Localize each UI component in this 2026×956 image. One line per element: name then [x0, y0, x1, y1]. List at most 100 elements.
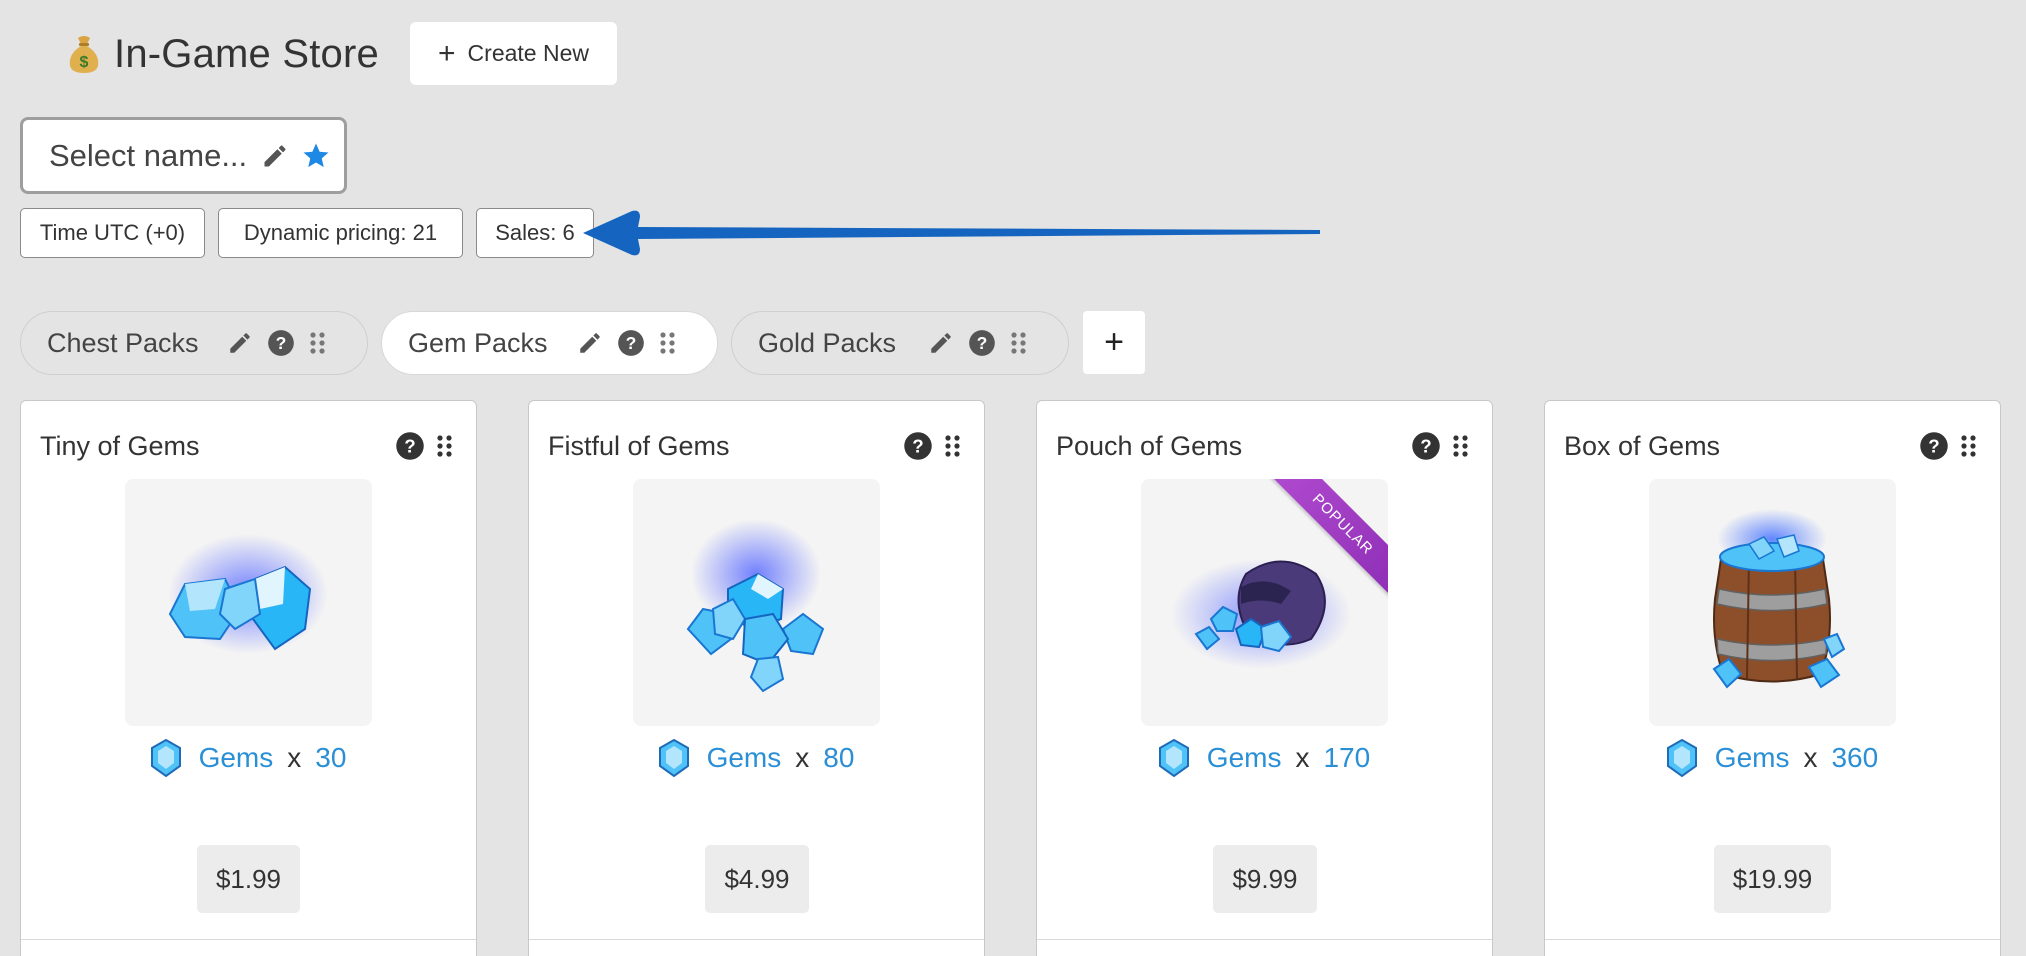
gem-icon — [1158, 739, 1189, 777]
name-selector-placeholder: Select name... — [49, 137, 248, 173]
create-new-label: Create New — [467, 40, 589, 66]
card-icons: ? — [395, 431, 454, 461]
product-image — [633, 479, 880, 726]
card-title: Pouch of Gems — [1056, 431, 1243, 461]
gem-icon — [658, 739, 689, 777]
money-bag-icon: $ — [69, 36, 99, 73]
svg-text:?: ? — [404, 435, 415, 456]
sales-chip[interactable]: Sales: 6 — [476, 208, 594, 258]
dynamic-pricing-label: Dynamic pricing: 21 — [243, 220, 438, 245]
gems-pile-image-icon — [686, 519, 825, 693]
help-icon[interactable]: ? — [267, 329, 295, 357]
reward-quantity: 80 — [823, 742, 855, 773]
reward-name: Gems — [1714, 742, 1790, 773]
gem-barrel-image-icon — [1712, 509, 1846, 689]
tab-gold-packs[interactable]: Gold Packs ? — [731, 311, 1069, 375]
svg-text:?: ? — [912, 435, 923, 456]
drag-handle-icon[interactable] — [436, 433, 454, 459]
add-tab-button[interactable]: + — [1083, 311, 1145, 374]
product-card[interactable]: Fistful of Gems ? Gems x 80 $4.99 — [528, 400, 985, 956]
dynamic-pricing-chip[interactable]: Dynamic pricing: 21 — [218, 208, 463, 258]
reward-row: Gems x 80 — [529, 739, 984, 777]
card-title: Box of Gems — [1564, 431, 1721, 461]
divider — [1545, 939, 2000, 940]
svg-text:?: ? — [276, 333, 287, 353]
price-button[interactable]: $1.99 — [197, 845, 300, 913]
product-card[interactable]: Pouch of Gems ? POPULAR Gems x 170 $9.99 — [1036, 400, 1493, 956]
plus-icon: + — [438, 36, 456, 70]
card-title: Tiny of Gems — [40, 431, 200, 461]
svg-text:?: ? — [1420, 435, 1431, 456]
pencil-icon[interactable] — [577, 330, 603, 356]
reward-name: Gems — [198, 742, 274, 773]
help-icon[interactable]: ? — [1919, 431, 1949, 461]
name-selector[interactable]: Select name... — [20, 117, 347, 194]
svg-text:?: ? — [626, 333, 637, 353]
reward-quantity: 170 — [1323, 742, 1371, 773]
reward-row: Gems x 30 — [21, 739, 476, 777]
price-button[interactable]: $19.99 — [1714, 845, 1831, 913]
product-image: POPULAR — [1141, 479, 1388, 726]
svg-text:$: $ — [80, 54, 89, 71]
reward-row: Gems x 170 — [1037, 739, 1492, 777]
reward-separator: x — [795, 742, 810, 773]
gems-image-icon — [168, 534, 328, 654]
price-label: $19.99 — [1732, 863, 1813, 894]
help-icon[interactable]: ? — [1411, 431, 1441, 461]
page-title: In-Game Store — [114, 31, 379, 76]
card-icons: ? — [1411, 431, 1470, 461]
gem-icon — [1666, 739, 1697, 777]
price-button[interactable]: $9.99 — [1213, 845, 1317, 913]
page-header: $ In-Game Store — [66, 22, 379, 86]
product-card[interactable]: Tiny of Gems ? Gems x 30 $1.99 — [20, 400, 477, 956]
product-image — [125, 479, 372, 726]
title-wrap: $ In-Game Store — [66, 22, 379, 86]
create-new-button[interactable]: + Create New — [410, 22, 617, 85]
help-icon[interactable]: ? — [617, 329, 645, 357]
tab-label: Gold Packs — [758, 327, 897, 358]
pencil-icon[interactable] — [928, 330, 954, 356]
tab-label: Chest Packs — [47, 327, 199, 358]
tab-gem-packs[interactable]: Gem Packs ? — [381, 311, 718, 375]
tab-label: Gem Packs — [408, 327, 548, 358]
gem-icon — [150, 739, 181, 777]
price-label: $1.99 — [215, 863, 282, 894]
time-utc-label: Time UTC (+0) — [39, 220, 186, 245]
star-icon[interactable] — [301, 141, 331, 171]
drag-handle-icon[interactable] — [659, 331, 677, 355]
card-icons: ? — [1919, 431, 1978, 461]
plus-icon: + — [1104, 323, 1124, 361]
tab-icons: ? — [928, 329, 1028, 357]
reward-name: Gems — [1206, 742, 1282, 773]
product-image — [1649, 479, 1896, 726]
annotation-arrow — [583, 210, 1320, 256]
reward-separator: x — [1295, 742, 1310, 773]
divider — [1037, 939, 1492, 940]
svg-text:?: ? — [1928, 435, 1939, 456]
sales-label: Sales: 6 — [495, 220, 575, 245]
reward-name: Gems — [706, 742, 782, 773]
help-icon[interactable]: ? — [968, 329, 996, 357]
help-icon[interactable]: ? — [395, 431, 425, 461]
tab-chest-packs[interactable]: Chest Packs ? — [20, 311, 368, 375]
store-page: $ In-Game Store + Create New Select name… — [0, 0, 2026, 956]
reward-row: Gems x 360 — [1545, 739, 2000, 777]
price-label: $4.99 — [724, 863, 790, 894]
card-title: Fistful of Gems — [548, 431, 730, 461]
drag-handle-icon[interactable] — [1960, 433, 1978, 459]
product-card[interactable]: Box of Gems ? Gems x 360 $19.99 — [1544, 400, 2001, 956]
tab-icons: ? — [227, 329, 327, 357]
drag-handle-icon[interactable] — [1452, 433, 1470, 459]
drag-handle-icon[interactable] — [309, 331, 327, 355]
help-icon[interactable]: ? — [903, 431, 933, 461]
divider — [529, 939, 984, 940]
price-label: $9.99 — [1232, 863, 1298, 894]
reward-separator: x — [1803, 742, 1818, 773]
time-utc-chip[interactable]: Time UTC (+0) — [20, 208, 205, 258]
reward-separator: x — [287, 742, 302, 773]
drag-handle-icon[interactable] — [1010, 331, 1028, 355]
pencil-icon[interactable] — [261, 142, 289, 170]
drag-handle-icon[interactable] — [944, 433, 962, 459]
price-button[interactable]: $4.99 — [705, 845, 809, 913]
pencil-icon[interactable] — [227, 330, 253, 356]
